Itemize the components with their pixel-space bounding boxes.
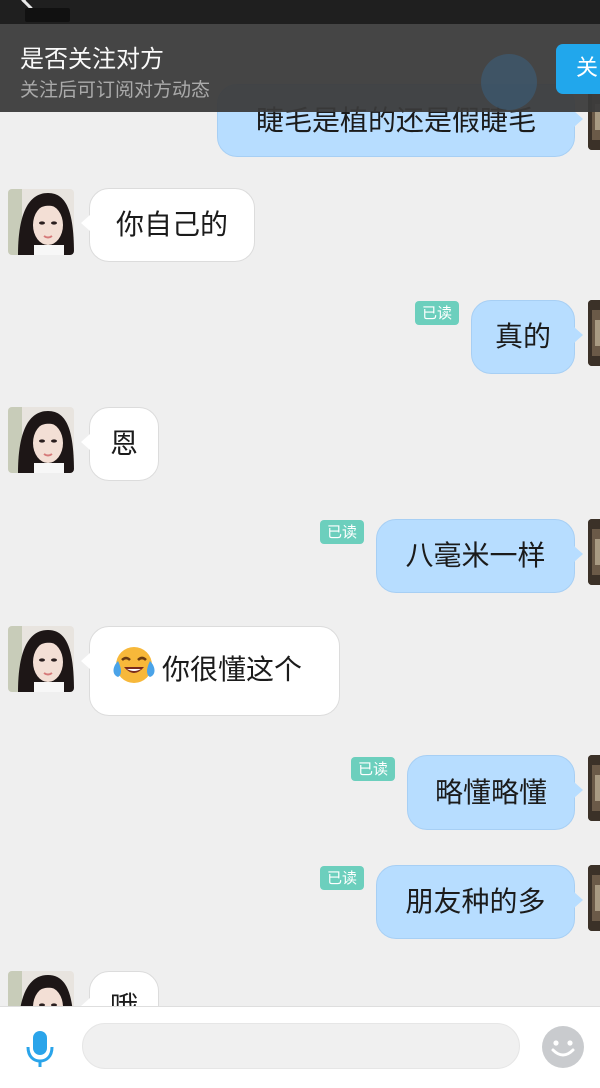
header-title-area	[25, 8, 70, 22]
message-text: 朋友种的多	[405, 885, 546, 918]
contact-avatar[interactable]	[8, 626, 74, 692]
message-bubble-received[interactable]: 恩	[81, 407, 159, 481]
smiley-face-icon[interactable]	[541, 1025, 585, 1069]
my-avatar[interactable]	[588, 519, 600, 585]
message-input-bar	[0, 1006, 600, 1088]
microphone-icon[interactable]	[24, 1029, 56, 1069]
follow-prompt-banner: 是否关注对方 关注后可订阅对方动态 关	[0, 24, 600, 112]
message-text: 八毫米一样	[405, 539, 546, 572]
message-text: 略懂略懂	[434, 775, 547, 809]
read-status-badge: 已读	[351, 757, 396, 781]
top-header-bar	[0, 0, 600, 24]
message-text: 哦	[90, 990, 158, 1006]
contact-avatar[interactable]	[8, 189, 74, 255]
read-status-badge: 已读	[320, 520, 365, 544]
message-bubble-received[interactable]: 你自己的	[81, 188, 255, 262]
message-bubble-sent[interactable]: 真的	[471, 300, 583, 374]
read-status-badge: 已读	[320, 866, 365, 890]
message-input[interactable]	[82, 1023, 520, 1069]
contact-avatar[interactable]	[8, 407, 74, 473]
message-text: 恩	[109, 427, 138, 460]
my-avatar[interactable]	[588, 865, 600, 931]
read-status-badge: 已读	[415, 301, 460, 325]
laughing-tears-icon	[110, 643, 158, 695]
contact-avatar[interactable]	[8, 971, 74, 1006]
message-text: 真的	[494, 320, 551, 353]
message-text: 你自己的	[115, 208, 228, 241]
follow-button[interactable]: 关	[556, 44, 600, 94]
contact-avatar-faded	[481, 54, 537, 110]
message-bubble-sent[interactable]: 略懂略懂	[407, 755, 583, 830]
message-bubble-received[interactable]: 你很懂这个	[81, 626, 340, 716]
chat-message-list[interactable]: 睫毛是植的还是假睫毛 你自己的 已读 真的 恩 已读 八毫米一样 你很懂这个 已…	[0, 0, 600, 1006]
message-bubble-sent[interactable]: 朋友种的多	[376, 865, 583, 939]
message-bubble-sent[interactable]: 八毫米一样	[376, 519, 583, 593]
my-avatar[interactable]	[588, 300, 600, 366]
my-avatar[interactable]	[588, 755, 600, 821]
message-bubble-received[interactable]: 哦	[81, 971, 159, 1006]
message-text: 你很懂这个	[162, 653, 303, 686]
banner-title: 是否关注对方	[20, 45, 164, 73]
banner-subtitle: 关注后可订阅对方动态	[20, 79, 211, 101]
